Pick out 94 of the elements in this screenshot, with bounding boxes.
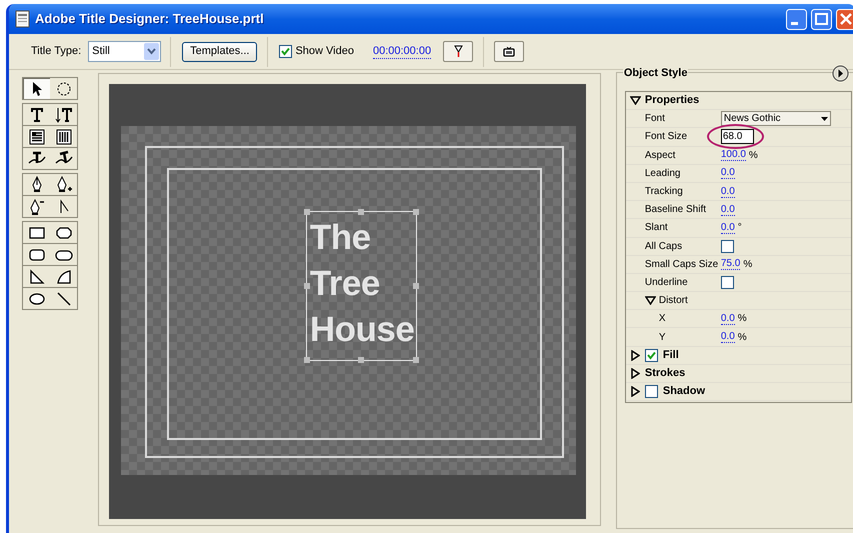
show-video-label: Show Video bbox=[295, 44, 354, 60]
property-label: X bbox=[658, 312, 666, 326]
close-button[interactable] bbox=[836, 8, 853, 30]
tool-button[interactable] bbox=[23, 244, 50, 265]
property-label: All Caps bbox=[644, 240, 682, 254]
section-title: Fill bbox=[662, 348, 679, 363]
property-value[interactable]: 0.0 bbox=[720, 167, 735, 180]
title-text-line: House bbox=[310, 309, 414, 351]
selection-handle[interactable] bbox=[304, 209, 310, 215]
tool-button[interactable] bbox=[50, 148, 78, 169]
tool-button[interactable] bbox=[23, 148, 50, 169]
property-label: Font Size bbox=[644, 130, 688, 144]
property-label: Y bbox=[658, 330, 666, 345]
property-label: Slant bbox=[644, 221, 668, 236]
tool-button[interactable] bbox=[23, 196, 50, 217]
selection-handle[interactable] bbox=[358, 209, 364, 215]
property-label: Underline bbox=[644, 276, 688, 290]
tool-button[interactable] bbox=[23, 288, 50, 309]
tool-button[interactable] bbox=[50, 196, 78, 217]
property-label: Baseline Shift bbox=[644, 203, 706, 218]
font-dropdown[interactable]: News Gothic bbox=[720, 111, 831, 126]
area-type-icon bbox=[26, 126, 46, 146]
selection-handle[interactable] bbox=[412, 357, 419, 363]
unit-label: % bbox=[738, 330, 747, 345]
unit-label: % bbox=[738, 312, 747, 326]
tool-button[interactable] bbox=[23, 222, 50, 243]
tool-button[interactable] bbox=[23, 78, 50, 99]
tool-button[interactable] bbox=[50, 126, 78, 147]
panel-menu-button[interactable] bbox=[832, 65, 849, 82]
show-video-checkbox[interactable]: Show Video bbox=[279, 43, 354, 60]
vertical-area-type-icon bbox=[54, 126, 74, 146]
marker-icon bbox=[454, 45, 463, 58]
tool-button[interactable] bbox=[50, 288, 78, 309]
checkbox[interactable] bbox=[644, 348, 658, 362]
selection-handle[interactable] bbox=[304, 357, 310, 363]
section-title: Strokes bbox=[644, 366, 686, 382]
collapsed-triangle-icon[interactable] bbox=[630, 386, 640, 398]
title-text-line: The bbox=[310, 217, 371, 259]
checkbox[interactable] bbox=[644, 385, 658, 398]
timecode-field[interactable]: 00:00:00:00 bbox=[372, 44, 432, 58]
minimize-button[interactable] bbox=[786, 8, 807, 30]
monitor-icon bbox=[503, 46, 516, 56]
tool-button[interactable] bbox=[50, 266, 78, 287]
property-value[interactable]: 0.0 bbox=[720, 312, 735, 325]
section-title: Shadow bbox=[662, 384, 706, 400]
property-label: Tracking bbox=[644, 185, 683, 200]
unit-label: % bbox=[748, 148, 758, 163]
title-type-label: Title Type: bbox=[31, 44, 82, 60]
unit-label: ° bbox=[738, 221, 742, 236]
tool-button[interactable] bbox=[50, 174, 78, 195]
property-value[interactable]: 0.0 bbox=[720, 331, 735, 344]
tool-button[interactable] bbox=[50, 244, 78, 265]
checkbox[interactable] bbox=[279, 45, 292, 58]
tool-button[interactable] bbox=[50, 78, 78, 99]
checkbox[interactable] bbox=[720, 276, 734, 289]
property-value[interactable]: 0.0 bbox=[720, 186, 735, 198]
property-label: Font bbox=[644, 112, 665, 126]
property-value[interactable]: 75.0 bbox=[720, 258, 740, 270]
font-size-field[interactable]: 68.0 bbox=[720, 129, 754, 144]
selection-handle[interactable] bbox=[358, 357, 364, 363]
maximize-button[interactable] bbox=[811, 8, 832, 30]
tool-button[interactable] bbox=[50, 104, 78, 125]
caret-icon bbox=[820, 116, 828, 121]
tool-button[interactable] bbox=[23, 174, 50, 195]
unit-label: % bbox=[743, 258, 752, 272]
property-label: Small Caps Size bbox=[644, 258, 718, 272]
caret-icon bbox=[144, 43, 160, 60]
property-value[interactable]: 100.0 bbox=[720, 149, 746, 162]
tool-button[interactable] bbox=[50, 222, 78, 243]
templates-button[interactable]: Templates... bbox=[182, 42, 258, 62]
tool-button[interactable] bbox=[23, 126, 50, 147]
collapsed-triangle-icon[interactable] bbox=[630, 350, 640, 361]
expanded-triangle-icon[interactable] bbox=[644, 296, 656, 306]
text-object[interactable]: The Tree House bbox=[306, 211, 417, 361]
document-icon bbox=[15, 10, 31, 28]
property-value[interactable]: 0.0 bbox=[720, 222, 735, 234]
property-label: Aspect bbox=[644, 148, 676, 163]
selection-handle[interactable] bbox=[412, 209, 419, 215]
property-label: Distort bbox=[658, 294, 688, 308]
title-text-line: Tree bbox=[310, 263, 380, 305]
marker-button[interactable] bbox=[443, 41, 474, 62]
collapsed-triangle-icon[interactable] bbox=[630, 368, 640, 379]
selection-handle[interactable] bbox=[304, 283, 310, 289]
safe-area-button[interactable] bbox=[494, 41, 524, 62]
section-title: Properties bbox=[644, 93, 700, 108]
title-type-dropdown[interactable]: Still bbox=[88, 41, 162, 62]
window-title: Adobe Title Designer: TreeHouse.prtl bbox=[35, 10, 265, 28]
selection-handle[interactable] bbox=[412, 283, 419, 289]
property-label: Leading bbox=[644, 166, 680, 181]
expanded-triangle-icon[interactable] bbox=[630, 96, 641, 106]
tool-button[interactable] bbox=[23, 104, 50, 125]
checkbox[interactable] bbox=[720, 240, 734, 253]
property-value[interactable]: 0.0 bbox=[720, 204, 735, 216]
tool-button[interactable] bbox=[23, 266, 50, 287]
